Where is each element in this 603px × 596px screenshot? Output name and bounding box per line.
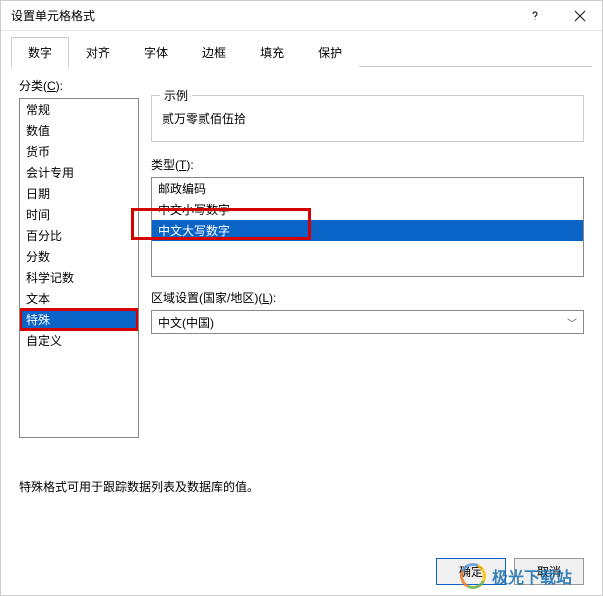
tab-bar: 数字 对齐 字体 边框 填充 保护	[11, 36, 592, 67]
content-area: 分类(C): 常规数值货币会计专用日期时间百分比分数科学记数文本特殊自定义 . …	[1, 67, 602, 548]
category-item[interactable]: 数值	[20, 120, 138, 141]
ok-button[interactable]: 确定	[436, 558, 506, 585]
tab-number[interactable]: 数字	[11, 37, 69, 67]
tab-border[interactable]: 边框	[185, 37, 243, 67]
category-item[interactable]: 时间	[20, 204, 138, 225]
category-item[interactable]: 科学记数	[20, 267, 138, 288]
help-button[interactable]	[512, 1, 557, 31]
type-item[interactable]: 邮政编码	[152, 178, 583, 199]
category-item[interactable]: 文本	[20, 288, 138, 309]
tab-fill[interactable]: 填充	[243, 37, 301, 67]
sample-title: 示例	[160, 87, 192, 104]
titlebar: 设置单元格格式	[1, 1, 602, 31]
type-item[interactable]: 中文小写数字	[152, 199, 583, 220]
category-item[interactable]: 自定义	[20, 330, 138, 351]
category-item[interactable]: 日期	[20, 183, 138, 204]
category-item[interactable]: 货币	[20, 141, 138, 162]
hint-text: 特殊格式可用于跟踪数据列表及数据库的值。	[19, 478, 584, 495]
category-item[interactable]: 常规	[20, 99, 138, 120]
tab-font[interactable]: 字体	[127, 37, 185, 67]
chevron-down-icon: ﹀	[567, 315, 577, 330]
cancel-button[interactable]: 取消	[514, 558, 584, 585]
type-listbox[interactable]: 邮政编码中文小写数字中文大写数字	[151, 177, 584, 277]
close-button[interactable]	[557, 1, 602, 31]
locale-select[interactable]: 中文(中国) ﹀	[151, 310, 584, 334]
category-listbox[interactable]: 常规数值货币会计专用日期时间百分比分数科学记数文本特殊自定义	[19, 98, 139, 438]
dialog-title: 设置单元格格式	[11, 7, 512, 24]
type-label: 类型(T):	[151, 156, 584, 173]
locale-label: 区域设置(国家/地区)(L):	[151, 289, 584, 306]
sample-box: 示例 贰万零贰佰伍拾	[151, 95, 584, 142]
category-label: 分类(C):	[19, 77, 139, 94]
format-cells-dialog: 设置单元格格式 数字 对齐 字体 边框 填充 保护 分类(C): 常规数值货币会…	[0, 0, 603, 596]
category-item[interactable]: 分数	[20, 246, 138, 267]
type-item[interactable]: 中文大写数字	[152, 220, 583, 241]
footer: 极光下载站 确定 取消	[1, 548, 602, 595]
category-item[interactable]: 百分比	[20, 225, 138, 246]
sample-value: 贰万零贰佰伍拾	[162, 110, 573, 127]
locale-value: 中文(中国)	[158, 314, 214, 331]
category-item[interactable]: 特殊	[20, 309, 138, 330]
category-item[interactable]: 会计专用	[20, 162, 138, 183]
tab-alignment[interactable]: 对齐	[69, 37, 127, 67]
tab-protection[interactable]: 保护	[301, 37, 359, 67]
